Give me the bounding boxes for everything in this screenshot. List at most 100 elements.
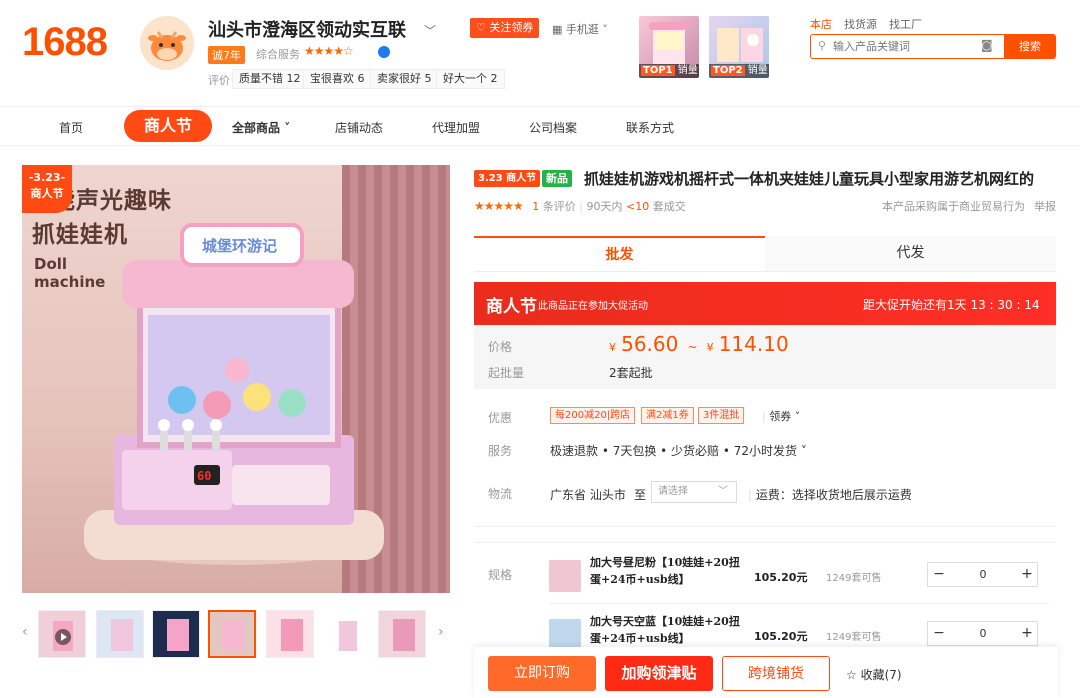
machine-sign: 城堡环游记 <box>202 237 278 255</box>
destination-select-value: 请选择 <box>658 486 688 497</box>
service-value[interactable]: 极速退款 • 7天包换 • 少货必赔 • 72小时发货 ˅ <box>550 442 807 459</box>
chevron-down-icon[interactable]: ﹀ <box>424 22 436 39</box>
spec-price: 105.20元 <box>754 571 808 584</box>
shop-nav: 首页 商人节 全部商品 ˅ 店铺动态 代理加盟 公司档案 联系方式 <box>0 106 1080 146</box>
service-text: 极速退款 • 7天包换 • 少货必赔 • 72小时发货 <box>550 444 798 458</box>
nav-festival[interactable]: 商人节 <box>124 110 212 142</box>
thumbnail[interactable] <box>152 610 200 658</box>
eval-tag[interactable]: 宝很喜欢 6 <box>303 69 372 89</box>
service-stars: ★★★★☆ <box>304 44 354 58</box>
nav-company-profile[interactable]: 公司档案 <box>529 119 577 136</box>
camera-icon[interactable]: ◙ <box>981 38 993 52</box>
nav-shop-news[interactable]: 店铺动态 <box>335 119 383 136</box>
nav-contact[interactable]: 联系方式 <box>626 119 674 136</box>
verified-icon <box>378 46 390 58</box>
review-count[interactable]: 1 <box>532 200 539 213</box>
sales-label: 套成交 <box>652 200 686 213</box>
price-high: 114.10 <box>718 332 789 356</box>
coupon-tag[interactable]: 每200减20|跨店 <box>550 407 636 424</box>
review-label: 条评价 <box>542 200 576 213</box>
sales-count: <10 <box>626 200 650 213</box>
divider <box>474 542 1056 543</box>
search-button[interactable]: 搜索 <box>1004 34 1056 59</box>
product-title-row: 3.23 商人节 新品 抓娃娃机游戏机摇杆式一体机夹娃娃儿童玩具小型家用游艺机网… <box>474 168 1058 190</box>
quantity-input[interactable]: 0 <box>950 563 1016 586</box>
chevron-down-icon: ˅ <box>602 23 608 36</box>
price-label: 价格 <box>488 340 513 354</box>
coupon-tag[interactable]: 3件混批 <box>698 407 745 424</box>
thumbnail-selected[interactable] <box>208 610 256 658</box>
nav-agency[interactable]: 代理加盟 <box>432 119 480 136</box>
star-icon: ☆ <box>846 668 857 682</box>
site-logo[interactable]: 1688 <box>22 20 108 65</box>
shop-avatar[interactable] <box>140 16 194 70</box>
get-coupon-label: 领券 <box>769 410 792 423</box>
follow-button[interactable]: ♡ 关注领券 <box>470 18 540 38</box>
tab-dropship[interactable]: 代发 <box>765 236 1056 271</box>
new-tag: 新品 <box>542 170 572 187</box>
chevron-left-icon[interactable]: ‹ <box>22 624 28 640</box>
sales-period: 90天内 <box>586 200 623 213</box>
get-coupon-link[interactable]: | 领券 ˅ <box>762 408 800 424</box>
currency-symbol: ¥ <box>609 341 616 354</box>
plus-button[interactable]: + <box>1016 622 1038 645</box>
report-link[interactable]: 举报 <box>1034 198 1056 214</box>
coupon-tag[interactable]: 满2减1券 <box>641 407 694 424</box>
shipping-fee-text: 运费：选择收货地后展示运费 <box>755 488 912 502</box>
search-tab-source[interactable]: 找货源 <box>844 18 877 31</box>
spec-stock: 1249套可售 <box>826 632 882 643</box>
spec-name: 加大号昼尼粉【10娃娃+20扭蛋+24币+usb线】 <box>590 556 740 586</box>
thumbnail[interactable] <box>38 610 86 658</box>
service-label: 服务 <box>488 444 513 458</box>
spec-stock: 1249套可售 <box>826 573 882 584</box>
quantity-input[interactable]: 0 <box>950 622 1016 645</box>
currency-symbol: ¥ <box>706 341 714 354</box>
minus-button[interactable]: − <box>928 622 950 645</box>
favorite-button[interactable]: ☆ 收藏(7) <box>846 666 902 683</box>
logistics-label: 物流 <box>488 487 513 501</box>
rating-stars: ★★★★★ <box>474 199 524 213</box>
plus-button[interactable]: + <box>1016 563 1038 586</box>
cow-mascot-icon <box>140 16 194 70</box>
favorite-label: 收藏(7) <box>860 668 902 682</box>
thumbnail[interactable] <box>266 610 314 658</box>
eval-tag[interactable]: 好大一个 2 <box>436 69 505 89</box>
eval-label: 评价 <box>208 74 230 87</box>
eval-tag[interactable]: 卖家很好 5 <box>370 69 439 89</box>
thumbnail[interactable] <box>96 610 144 658</box>
shop-name[interactable]: 汕头市澄海区领动实互联 <box>208 16 406 42</box>
spec-thumbnail[interactable] <box>549 560 581 592</box>
spec-name: 加大号天空蓝【10娃娃+20扭蛋+24币+usb线】 <box>590 615 740 645</box>
nav-all-products[interactable]: 全部商品 ˅ <box>232 119 290 136</box>
eval-tag[interactable]: 质量不错 12 <box>232 69 308 89</box>
chevron-down-icon: ﹀ <box>718 486 728 497</box>
promo-top1[interactable]: TOP1 销量 <box>639 16 699 78</box>
minus-button[interactable]: − <box>928 563 950 586</box>
destination-select[interactable]: 请选择 ﹀ <box>651 481 737 503</box>
add-to-cart-button[interactable]: 加购领津贴 <box>605 656 713 691</box>
score-label: 综合服务 <box>256 48 300 61</box>
festival-tag: 3.23 商人节 <box>474 170 541 187</box>
follow-label: 关注领券 <box>489 21 534 34</box>
product-title: 抓娃娃机游戏机摇杆式一体机夹娃娃儿童玩具小型家用游艺机网红的 <box>584 170 1035 188</box>
product-meta: ★★★★★ 1 条评价 | 90天内 <10 套成交 本产品采购属于商业贸易行为… <box>474 198 1056 214</box>
product-main-image[interactable]: 智能声光趣味 抓娃娃机 Doll machine 城堡环游记 60 <box>22 165 450 593</box>
chevron-right-icon[interactable]: › <box>438 624 444 640</box>
buy-now-button[interactable]: 立即订购 <box>488 656 596 691</box>
festival-bar-title: 商人节 <box>486 297 537 317</box>
nav-home[interactable]: 首页 <box>59 119 83 136</box>
festival-badge: -3.23- 商人节 <box>22 165 72 213</box>
tab-wholesale[interactable]: 批发 <box>474 236 765 271</box>
mobile-link[interactable]: ▦ 手机逛 ˅ <box>552 21 608 37</box>
thumbnail-strip: ‹ › <box>22 608 450 660</box>
chevron-down-icon: ˅ <box>794 410 801 423</box>
cross-border-button[interactable]: 跨境铺货 <box>722 656 830 691</box>
festival-bar-sub: 此商品正在参加大促活动 <box>538 301 648 312</box>
search-tab-shop[interactable]: 本店 <box>810 18 832 31</box>
purchase-tabs: 批发 代发 <box>474 236 1056 272</box>
promo-top2[interactable]: TOP2 销量 <box>709 16 769 78</box>
search-tab-factory[interactable]: 找工厂 <box>889 18 922 31</box>
thumbnail[interactable] <box>378 610 426 658</box>
search-input[interactable] <box>833 35 983 58</box>
thumbnail[interactable] <box>322 610 370 658</box>
